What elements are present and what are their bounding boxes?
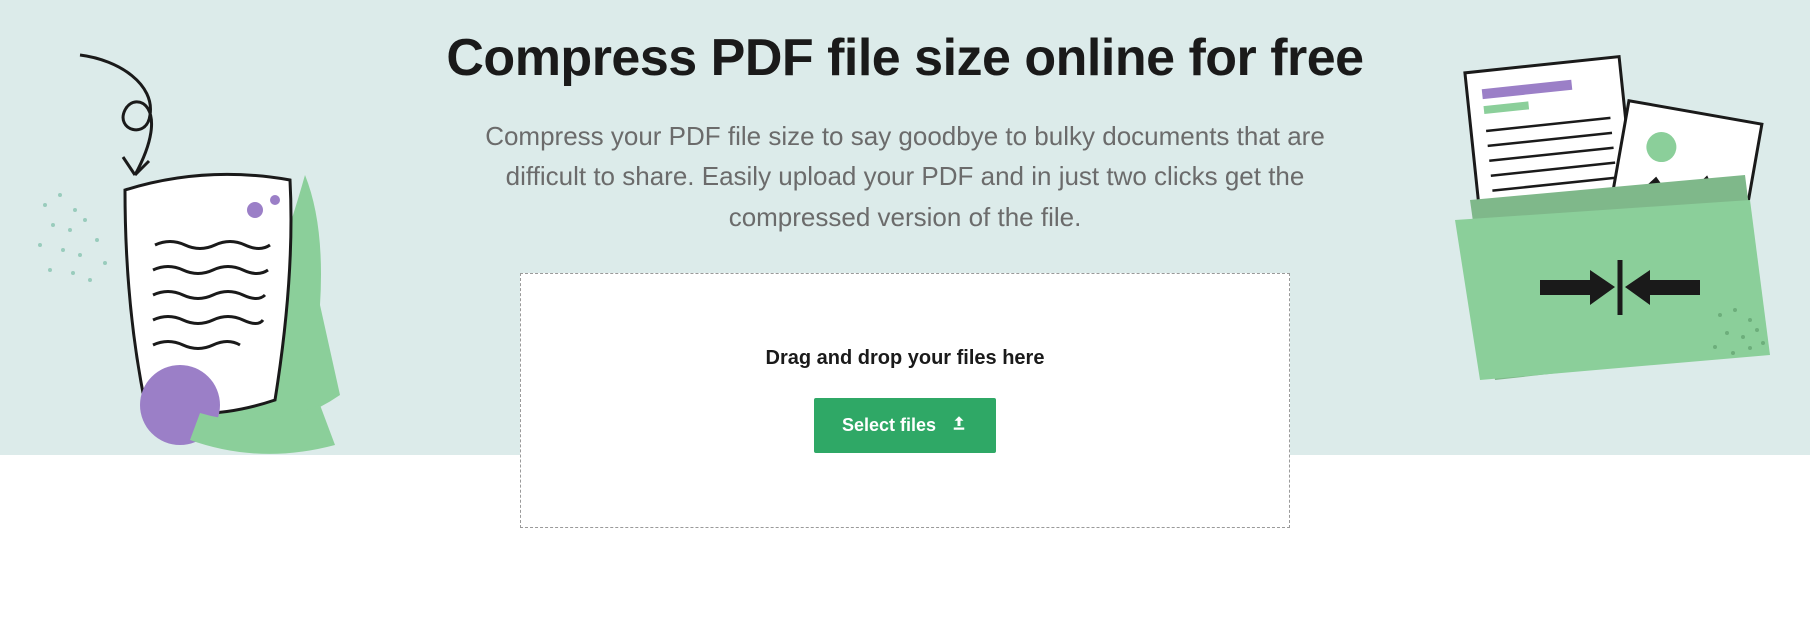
folder-illustration-right [1415, 55, 1785, 420]
page-description: Compress your PDF file size to say goodb… [445, 116, 1365, 237]
file-dropzone[interactable]: Drag and drop your files here Select fil… [520, 273, 1290, 528]
dropzone-label: Drag and drop your files here [766, 347, 1045, 370]
select-files-button[interactable]: Select files [814, 398, 996, 453]
page-title: Compress PDF file size online for free [446, 28, 1363, 88]
document-illustration-left [25, 45, 375, 460]
upload-icon [950, 414, 968, 437]
select-files-label: Select files [842, 415, 936, 436]
